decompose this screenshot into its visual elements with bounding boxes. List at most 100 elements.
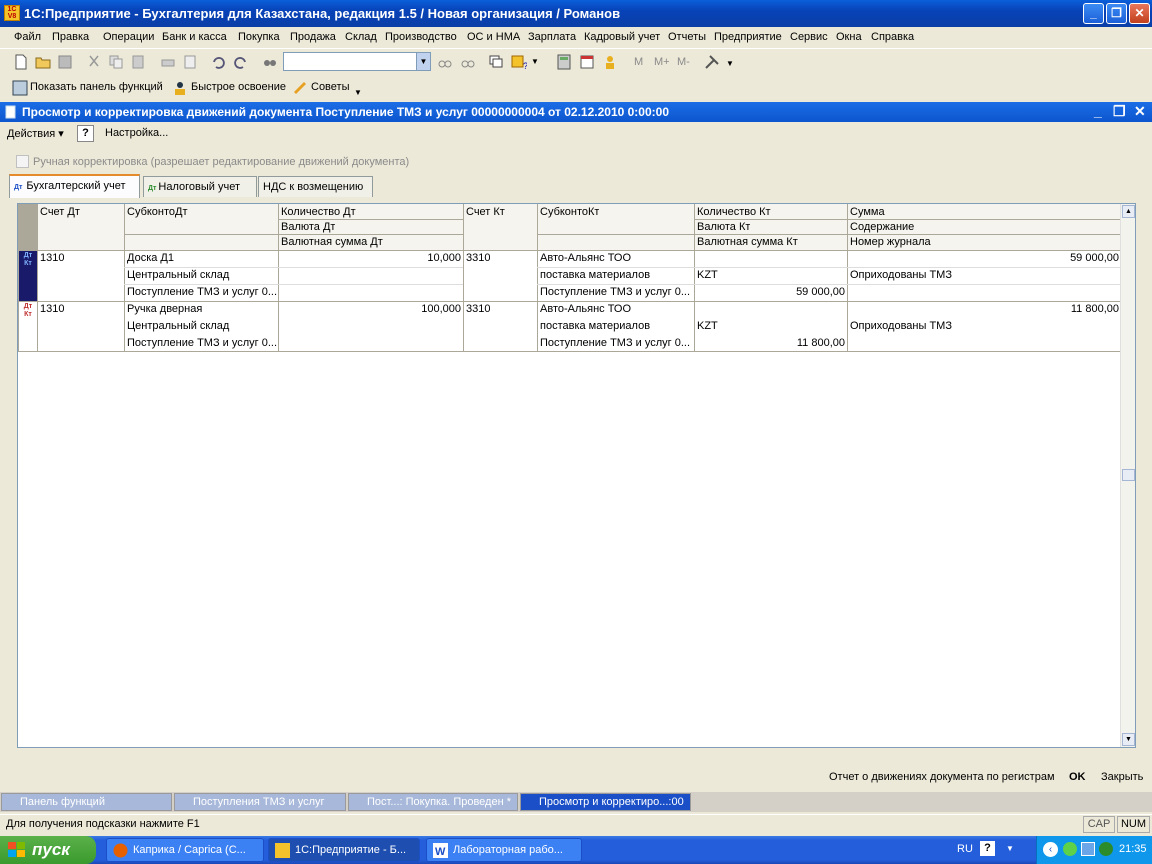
- redo-icon[interactable]: [233, 54, 249, 70]
- help-tray-icon[interactable]: ?: [980, 841, 995, 856]
- row1-sub-dt-3[interactable]: Поступление ТМЗ и услуг 0...: [125, 285, 277, 300]
- memory-minus-button[interactable]: M-: [677, 56, 690, 68]
- calculator-icon[interactable]: [556, 54, 572, 70]
- row2-sub-kt-2[interactable]: поставка материалов: [538, 319, 693, 334]
- row1-soderzhanie[interactable]: Оприходованы ТМЗ: [848, 268, 952, 283]
- open-folder-icon[interactable]: [35, 54, 51, 70]
- row2-val-kt[interactable]: KZT: [695, 319, 718, 334]
- dropdown-arrow-icon[interactable]: ▼: [354, 88, 362, 97]
- col-header-soderzhanie[interactable]: Содержание: [848, 220, 915, 235]
- row2-schet-dt[interactable]: 1310: [38, 302, 64, 317]
- find-next-icon[interactable]: [460, 54, 476, 70]
- new-document-icon[interactable]: [13, 54, 29, 70]
- row2-sub-dt-3[interactable]: Поступление ТМЗ и услуг 0...: [125, 336, 277, 351]
- scroll-up-button[interactable]: ▲: [1122, 205, 1135, 218]
- row2-sub-kt-1[interactable]: Авто-Альянс ТОО: [538, 302, 693, 317]
- col-header-subkonto-dt[interactable]: СубконтоДт: [125, 205, 188, 220]
- help-button[interactable]: ?: [77, 125, 94, 142]
- tools-icon[interactable]: [704, 54, 720, 70]
- menu-bank[interactable]: Банк и касса: [162, 31, 227, 43]
- tips-button[interactable]: Советы: [311, 81, 349, 93]
- close-button[interactable]: ✕: [1129, 3, 1150, 24]
- wintab-receipts[interactable]: Поступления ТМЗ и услуг: [174, 793, 346, 811]
- task-word[interactable]: W Лабораторная рабо...: [426, 838, 582, 862]
- dropdown-arrow-icon[interactable]: ▼: [726, 59, 734, 68]
- doc-close-button[interactable]: ✕: [1134, 103, 1146, 120]
- tray-arrow-icon[interactable]: ▼: [1006, 844, 1014, 853]
- quick-learn-button[interactable]: Быстрое освоение: [191, 81, 286, 93]
- cut-icon[interactable]: [86, 54, 102, 70]
- menu-hr[interactable]: Кадровый учет: [584, 31, 660, 43]
- doc-restore-button[interactable]: ❐: [1113, 103, 1126, 120]
- menu-warehouse[interactable]: Склад: [345, 31, 377, 43]
- chevron-down-icon[interactable]: ▼: [416, 53, 430, 70]
- show-panel-button[interactable]: Показать панель функций: [30, 81, 163, 93]
- find-previous-icon[interactable]: [437, 54, 453, 70]
- row2-sub-kt-3[interactable]: Поступление ТМЗ и услуг 0...: [538, 336, 693, 351]
- actions-menu[interactable]: Действия ▾: [7, 127, 64, 140]
- maximize-button[interactable]: ❐: [1106, 3, 1127, 24]
- doc-minimize-button[interactable]: _: [1094, 103, 1102, 119]
- 1c-help-icon[interactable]: ?: [511, 54, 527, 70]
- row2-sub-dt-1[interactable]: Ручка дверная: [125, 302, 277, 317]
- menu-fixed-assets[interactable]: ОС и НМА: [467, 31, 520, 43]
- row2-soderzhanie[interactable]: Оприходованы ТМЗ: [848, 319, 952, 334]
- undo-icon[interactable]: [210, 54, 226, 70]
- menu-enterprise[interactable]: Предприятие: [714, 31, 782, 43]
- tab-tax[interactable]: Дт Налоговый учет: [143, 176, 257, 197]
- copy-icon[interactable]: [108, 54, 124, 70]
- antivirus-icon[interactable]: [1099, 842, 1113, 856]
- row2-summa[interactable]: 11 800,00: [848, 302, 1121, 317]
- col-header-schet-kt[interactable]: Счет Кт: [464, 205, 505, 220]
- wintab-receipt-doc[interactable]: Пост...: Покупка. Проведен *: [348, 793, 518, 811]
- menu-production[interactable]: Производство: [385, 31, 457, 43]
- scroll-thumb[interactable]: [1122, 469, 1135, 481]
- menu-service[interactable]: Сервис: [790, 31, 828, 43]
- close-form-button[interactable]: Закрыть: [1101, 771, 1143, 783]
- col-header-kol-dt[interactable]: Количество Дт: [279, 205, 356, 220]
- memory-plus-button[interactable]: M+: [654, 56, 670, 68]
- row1-kol-dt[interactable]: 10,000: [279, 251, 463, 266]
- menu-help[interactable]: Справка: [871, 31, 914, 43]
- row1-sub-kt-2[interactable]: поставка материалов: [538, 268, 693, 283]
- col-header-summa[interactable]: Сумма: [848, 205, 885, 220]
- menu-sales[interactable]: Продажа: [290, 31, 336, 43]
- movements-table[interactable]: Счет Дт СубконтоДт Количество Дт Валюта …: [17, 203, 1136, 748]
- col-header-valsum-kt[interactable]: Валютная сумма Кт: [695, 235, 798, 250]
- col-header-valsum-dt[interactable]: Валютная сумма Дт: [279, 235, 383, 250]
- col-header-nomer[interactable]: Номер журнала: [848, 235, 931, 250]
- col-header-schet-dt[interactable]: Счет Дт: [38, 205, 80, 220]
- print-preview-icon[interactable]: [182, 54, 198, 70]
- save-icon[interactable]: [57, 54, 73, 70]
- task-firefox[interactable]: Каприка / Caprica (С...: [106, 838, 264, 862]
- wintab-panel[interactable]: Панель функций: [1, 793, 172, 811]
- row1-schet-kt[interactable]: 3310: [464, 251, 490, 266]
- menu-reports[interactable]: Отчеты: [668, 31, 706, 43]
- tab-accounting[interactable]: Дт Бухгалтерский учет: [9, 174, 140, 198]
- menu-file[interactable]: Файл: [14, 31, 41, 43]
- menu-purchase[interactable]: Покупка: [238, 31, 280, 43]
- row2-sub-dt-2[interactable]: Центральный склад: [125, 319, 277, 334]
- row1-valsum-kt[interactable]: 59 000,00: [695, 285, 847, 300]
- ok-button[interactable]: OK: [1069, 771, 1086, 783]
- col-header-kol-kt[interactable]: Количество Кт: [695, 205, 771, 220]
- menu-operations[interactable]: Операции: [103, 31, 154, 43]
- settings-button[interactable]: Настройка...: [105, 127, 168, 139]
- row1-sub-kt-1[interactable]: Авто-Альянс ТОО: [538, 251, 693, 266]
- windows-icon[interactable]: [488, 54, 504, 70]
- col-header-val-kt[interactable]: Валюта Кт: [695, 220, 751, 235]
- row2-valsum-kt[interactable]: 11 800,00: [695, 336, 847, 351]
- row1-schet-dt[interactable]: 1310: [38, 251, 64, 266]
- calendar-icon[interactable]: [579, 54, 595, 70]
- wintab-view-correct[interactable]: Просмотр и корректиро...:00: [520, 793, 691, 811]
- find-icon[interactable]: [262, 54, 278, 70]
- col-header-subkonto-kt[interactable]: СубконтоКт: [538, 205, 600, 220]
- report-movements-button[interactable]: Отчет о движениях документа по регистрам: [829, 771, 1055, 783]
- row1-summa[interactable]: 59 000,00: [848, 251, 1121, 266]
- minimize-button[interactable]: _: [1083, 3, 1104, 24]
- vertical-scrollbar[interactable]: ▲ ▼: [1120, 204, 1135, 747]
- task-1c[interactable]: 1С:Предприятие - Б...: [268, 838, 420, 862]
- search-input[interactable]: ▼: [283, 52, 431, 71]
- row2-kol-dt[interactable]: 100,000: [279, 302, 463, 317]
- language-indicator[interactable]: RU: [957, 843, 973, 855]
